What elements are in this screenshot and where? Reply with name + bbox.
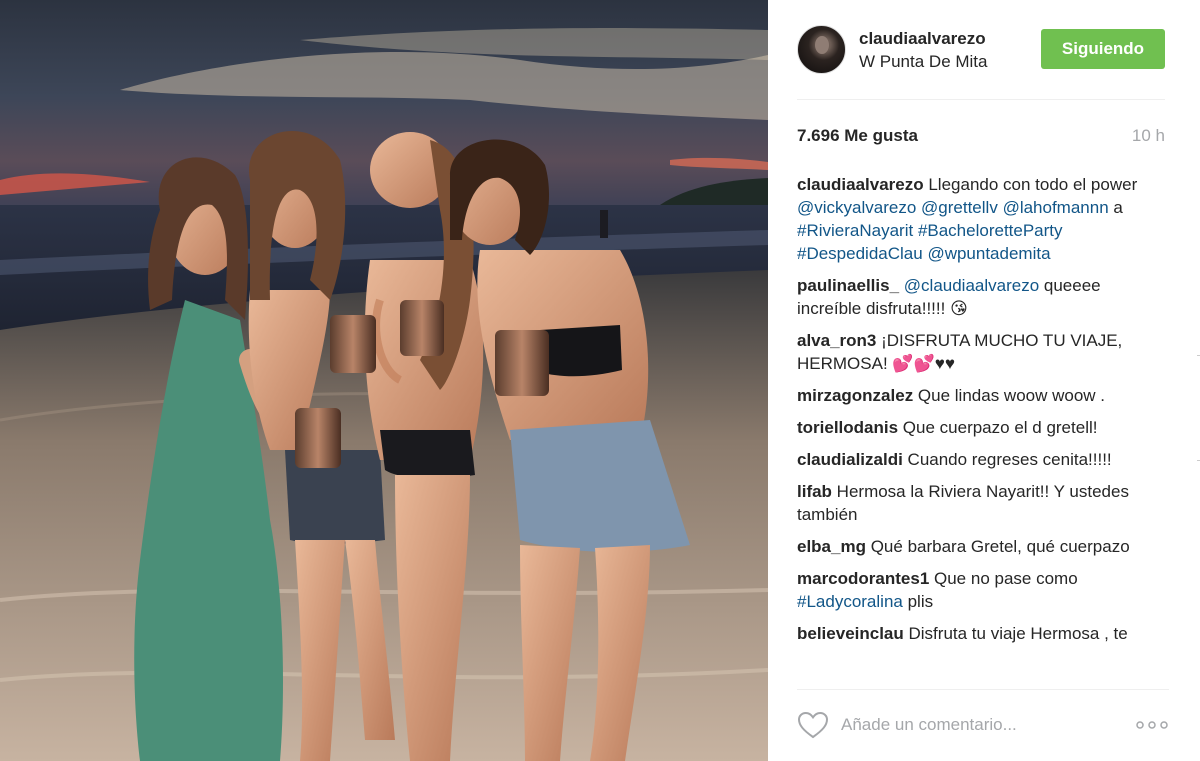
add-comment-input[interactable]	[841, 712, 1121, 738]
comment-item: mirzagonzalez Que lindas woow woow .	[797, 384, 1169, 407]
post-timestamp[interactable]: 10 h	[1132, 126, 1165, 146]
avatar[interactable]	[797, 25, 846, 74]
comment-username[interactable]: believeinclau	[797, 624, 904, 643]
comment-text: Cuando regreses cenita!!!!!	[902, 450, 1112, 469]
comment-text: Que no pase como	[929, 569, 1078, 588]
mention-link[interactable]: @vickyalvarezo	[797, 198, 916, 217]
comment-username[interactable]: toriellodanis	[797, 418, 898, 437]
beach-photo-illustration	[0, 0, 768, 761]
comment-item: alva_ron3 ¡DISFRUTA MUCHO TU VIAJE, HERM…	[797, 329, 1169, 375]
mention-link[interactable]: @wpuntademita	[927, 244, 1050, 263]
post-detail-panel: claudiaalvarezo W Punta De Mita Siguiend…	[768, 0, 1200, 761]
hashtag-link[interactable]: #Ladycoralina	[797, 592, 903, 611]
comment-username[interactable]: claudializaldi	[797, 450, 903, 469]
post-location[interactable]: W Punta De Mita	[859, 52, 988, 72]
comment-item: toriellodanis Que cuerpazo el d gretell!	[797, 416, 1169, 439]
comment-username[interactable]: alva_ron3	[797, 331, 876, 350]
comment-item: paulinaellis_ @claudiaalvarezo queeee in…	[797, 274, 1169, 320]
hashtag-link[interactable]: #BacheloretteParty	[918, 221, 1063, 240]
caption: claudiaalvarezo Llegando con todo el pow…	[797, 173, 1169, 265]
comment-item: believeinclau Disfruta tu viaje Hermosa …	[797, 622, 1169, 645]
comments-list[interactable]: claudiaalvarezo Llegando con todo el pow…	[797, 173, 1169, 687]
comment-username[interactable]: mirzagonzalez	[797, 386, 913, 405]
likes-count[interactable]: 7.696 Me gusta	[797, 126, 918, 146]
comment-username[interactable]: lifab	[797, 482, 832, 501]
post-author-username[interactable]: claudiaalvarezo	[859, 29, 986, 49]
following-button[interactable]: Siguiendo	[1041, 29, 1165, 69]
hashtag-link[interactable]: #DespedidaClau	[797, 244, 923, 263]
comment-text: Qué barbara Gretel, qué cuerpazo	[865, 537, 1130, 556]
comment-footer	[797, 689, 1169, 761]
comment-item: marcodorantes1 Que no pase como #Ladycor…	[797, 567, 1169, 613]
hashtag-link[interactable]: #RivieraNayarit	[797, 221, 913, 240]
comment-username[interactable]: paulinaellis_	[797, 276, 899, 295]
comment-text: Disfruta tu viaje Hermosa , te	[903, 624, 1128, 643]
comment-text: Hermosa la Riviera Nayarit!! Y ustedes t…	[797, 482, 1129, 524]
comment-text: Que cuerpazo el d gretell!	[898, 418, 1098, 437]
comment-username[interactable]: elba_mg	[797, 537, 866, 556]
caption-username[interactable]: claudiaalvarezo	[797, 175, 924, 194]
mention-link[interactable]: @claudiaalvarezo	[904, 276, 1039, 295]
comment-item: elba_mg Qué barbara Gretel, qué cuerpazo	[797, 535, 1169, 558]
caption-text: a	[1108, 198, 1123, 217]
comment-username[interactable]: marcodorantes1	[797, 569, 929, 588]
comment-text: Que lindas woow woow .	[913, 386, 1106, 405]
post-header: claudiaalvarezo W Punta De Mita Siguiend…	[768, 0, 1200, 100]
comment-item: claudializaldi Cuando regreses cenita!!!…	[797, 448, 1169, 471]
mention-link[interactable]: @grettellv	[921, 198, 998, 217]
heart-outline-icon[interactable]	[797, 711, 829, 739]
header-divider	[797, 99, 1165, 100]
ellipsis-icon[interactable]	[1135, 716, 1169, 734]
comment-item: lifab Hermosa la Riviera Nayarit!! Y ust…	[797, 480, 1169, 526]
caption-text: Llegando con todo el power	[923, 175, 1138, 194]
mention-link[interactable]: @lahofmannn	[1003, 198, 1109, 217]
comment-text: plis	[902, 592, 934, 611]
post-photo[interactable]	[0, 0, 768, 761]
